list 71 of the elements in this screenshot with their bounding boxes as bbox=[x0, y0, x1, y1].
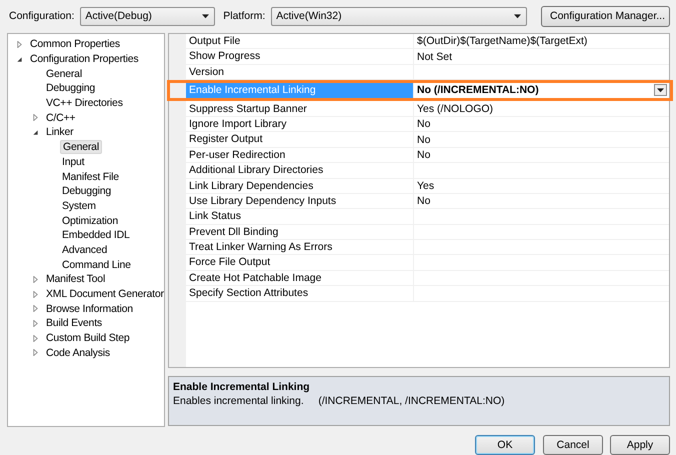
property-value: Yes bbox=[417, 180, 434, 192]
tree-item[interactable]: Debugging bbox=[44, 81, 97, 96]
property-name[interactable]: Per-user Redirection bbox=[186, 148, 414, 162]
tree-item[interactable]: Input bbox=[60, 154, 86, 169]
property-name[interactable]: Specify Section Attributes bbox=[186, 286, 414, 301]
tree-item[interactable]: Code Analysis bbox=[44, 346, 112, 360]
property-name[interactable]: Link Status bbox=[186, 209, 414, 224]
configuration-dropdown[interactable]: Active(Debug) bbox=[80, 6, 216, 26]
tree-item[interactable]: C/C++ bbox=[44, 110, 78, 125]
caret-icon bbox=[657, 88, 664, 93]
tree-item[interactable]: Manifest File bbox=[60, 170, 121, 184]
property-name[interactable]: Additional Library Directories bbox=[186, 163, 414, 178]
property-value: No bbox=[417, 134, 430, 146]
property-name[interactable]: Link Library Dependencies bbox=[186, 178, 414, 193]
tree-item[interactable]: Common Properties bbox=[28, 37, 122, 52]
dialog-button[interactable]: OK bbox=[475, 435, 535, 455]
collapsed-arrow-icon[interactable] bbox=[32, 320, 39, 327]
caret-icon bbox=[514, 14, 521, 18]
tree-item[interactable]: Embedded IDL bbox=[60, 228, 132, 242]
tree-item[interactable]: Build Events bbox=[44, 316, 104, 330]
dialog-button[interactable]: Cancel bbox=[543, 435, 603, 455]
property-value: Not Set bbox=[417, 50, 452, 63]
description-text: Enables incremental linking. (/INCREMENTAL, /INCREMENTAL:NO) bbox=[173, 395, 506, 407]
property-name[interactable]: Ignore Import Library bbox=[186, 116, 414, 132]
collapsed-arrow-icon[interactable] bbox=[32, 349, 39, 356]
tree-item[interactable]: Linker bbox=[44, 125, 76, 140]
tree-item[interactable]: Custom Build Step bbox=[44, 331, 132, 346]
caret-icon bbox=[202, 14, 210, 18]
tree-item[interactable]: General bbox=[44, 66, 84, 81]
tree-item[interactable]: Command Line bbox=[60, 258, 133, 272]
collapsed-arrow-icon[interactable] bbox=[32, 334, 39, 342]
property-value: No bbox=[417, 148, 430, 161]
property-value: No bbox=[417, 118, 430, 130]
tree-item[interactable]: Advanced bbox=[60, 242, 110, 257]
tree-item[interactable]: Manifest Tool bbox=[44, 272, 108, 286]
tree-item[interactable]: System bbox=[60, 198, 98, 213]
expanded-arrow-icon[interactable] bbox=[32, 128, 39, 136]
property-name[interactable]: Version bbox=[186, 64, 414, 80]
collapsed-arrow-icon[interactable] bbox=[32, 114, 39, 122]
property-name[interactable]: Register Output bbox=[186, 132, 414, 147]
property-value: No bbox=[417, 195, 430, 208]
property-name[interactable]: Suppress Startup Banner bbox=[186, 102, 414, 116]
tree-item[interactable]: Browse Information bbox=[44, 302, 135, 316]
property-name[interactable]: Treat Linker Warning As Errors bbox=[186, 240, 414, 254]
property-name[interactable]: Create Hot Patchable Image bbox=[186, 270, 414, 286]
property-name[interactable]: Use Library Dependency Inputs bbox=[186, 194, 414, 208]
property-value: $(OutDir)$(TargetName)$(TargetExt) bbox=[417, 35, 588, 48]
expanded-arrow-icon[interactable] bbox=[16, 56, 23, 63]
platform-label: Platform: bbox=[223, 10, 266, 22]
property-name[interactable]: Output File bbox=[186, 34, 414, 48]
collapsed-arrow-icon[interactable] bbox=[16, 40, 23, 48]
collapsed-arrow-icon[interactable] bbox=[32, 290, 39, 298]
collapsed-arrow-icon[interactable] bbox=[32, 305, 39, 312]
collapsed-arrow-icon[interactable] bbox=[32, 276, 39, 283]
dropdown-button[interactable] bbox=[654, 84, 667, 96]
tree-item[interactable]: Configuration Properties bbox=[28, 52, 140, 66]
tree-item[interactable]: Optimization bbox=[60, 214, 120, 228]
property-name[interactable]: Show Progress bbox=[186, 49, 414, 64]
platform-dropdown[interactable]: Active(Win32) bbox=[271, 6, 527, 26]
tree-item[interactable]: Debugging bbox=[60, 184, 113, 198]
dialog-button[interactable]: Apply bbox=[610, 435, 670, 455]
tree-item[interactable]: General bbox=[60, 140, 102, 154]
property-value: Yes (/NOLOGO) bbox=[417, 102, 494, 115]
tree-item[interactable]: XML Document Generator bbox=[44, 287, 164, 302]
configuration-manager-button[interactable]: Configuration Manager... bbox=[541, 6, 670, 26]
property-value: No (/INCREMENTAL:NO) bbox=[417, 84, 539, 96]
configuration-label: Configuration: bbox=[9, 10, 74, 22]
property-name[interactable]: Force File Output bbox=[186, 255, 414, 270]
property-name[interactable]: Prevent Dll Binding bbox=[186, 224, 414, 240]
tree-item[interactable]: VC++ Directories bbox=[44, 96, 125, 110]
description-title: Enable Incremental Linking bbox=[173, 381, 311, 393]
